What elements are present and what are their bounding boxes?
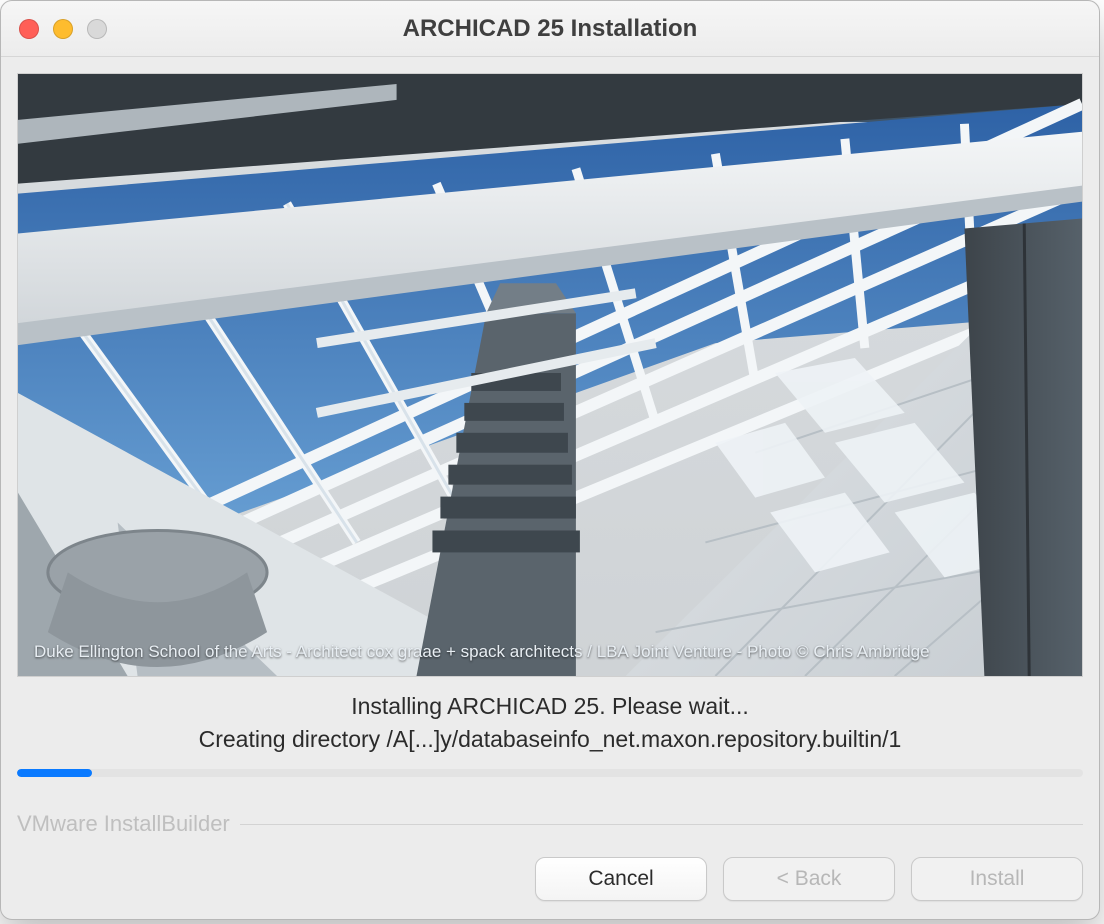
- back-button[interactable]: < Back: [723, 857, 895, 901]
- install-button[interactable]: Install: [911, 857, 1083, 901]
- installer-window: ARCHICAD 25 Installation: [0, 0, 1100, 920]
- cancel-button[interactable]: Cancel: [535, 857, 707, 901]
- progress-bar: [17, 769, 1083, 777]
- hero-illustration: [18, 74, 1082, 676]
- status-detail-text: Creating directory /A[...]y/databaseinfo…: [17, 726, 1083, 753]
- zoom-icon: [87, 19, 107, 39]
- titlebar: ARCHICAD 25 Installation: [1, 1, 1099, 57]
- hero-image: Duke Ellington School of the Arts - Arch…: [17, 73, 1083, 677]
- hero-caption: Duke Ellington School of the Arts - Arch…: [34, 642, 930, 662]
- status-area: Installing ARCHICAD 25. Please wait... C…: [17, 693, 1083, 753]
- window-body: Duke Ellington School of the Arts - Arch…: [1, 57, 1099, 841]
- builder-separator: VMware InstallBuilder: [17, 811, 1083, 837]
- minimize-icon[interactable]: [53, 19, 73, 39]
- close-icon[interactable]: [19, 19, 39, 39]
- status-main-text: Installing ARCHICAD 25. Please wait...: [17, 693, 1083, 720]
- window-title: ARCHICAD 25 Installation: [1, 15, 1099, 43]
- progress-track: [17, 769, 1083, 777]
- button-row: Cancel < Back Install: [1, 841, 1099, 919]
- progress-fill: [17, 769, 92, 777]
- builder-label: VMware InstallBuilder: [17, 811, 230, 837]
- window-controls: [19, 19, 107, 39]
- separator-line: [240, 824, 1083, 825]
